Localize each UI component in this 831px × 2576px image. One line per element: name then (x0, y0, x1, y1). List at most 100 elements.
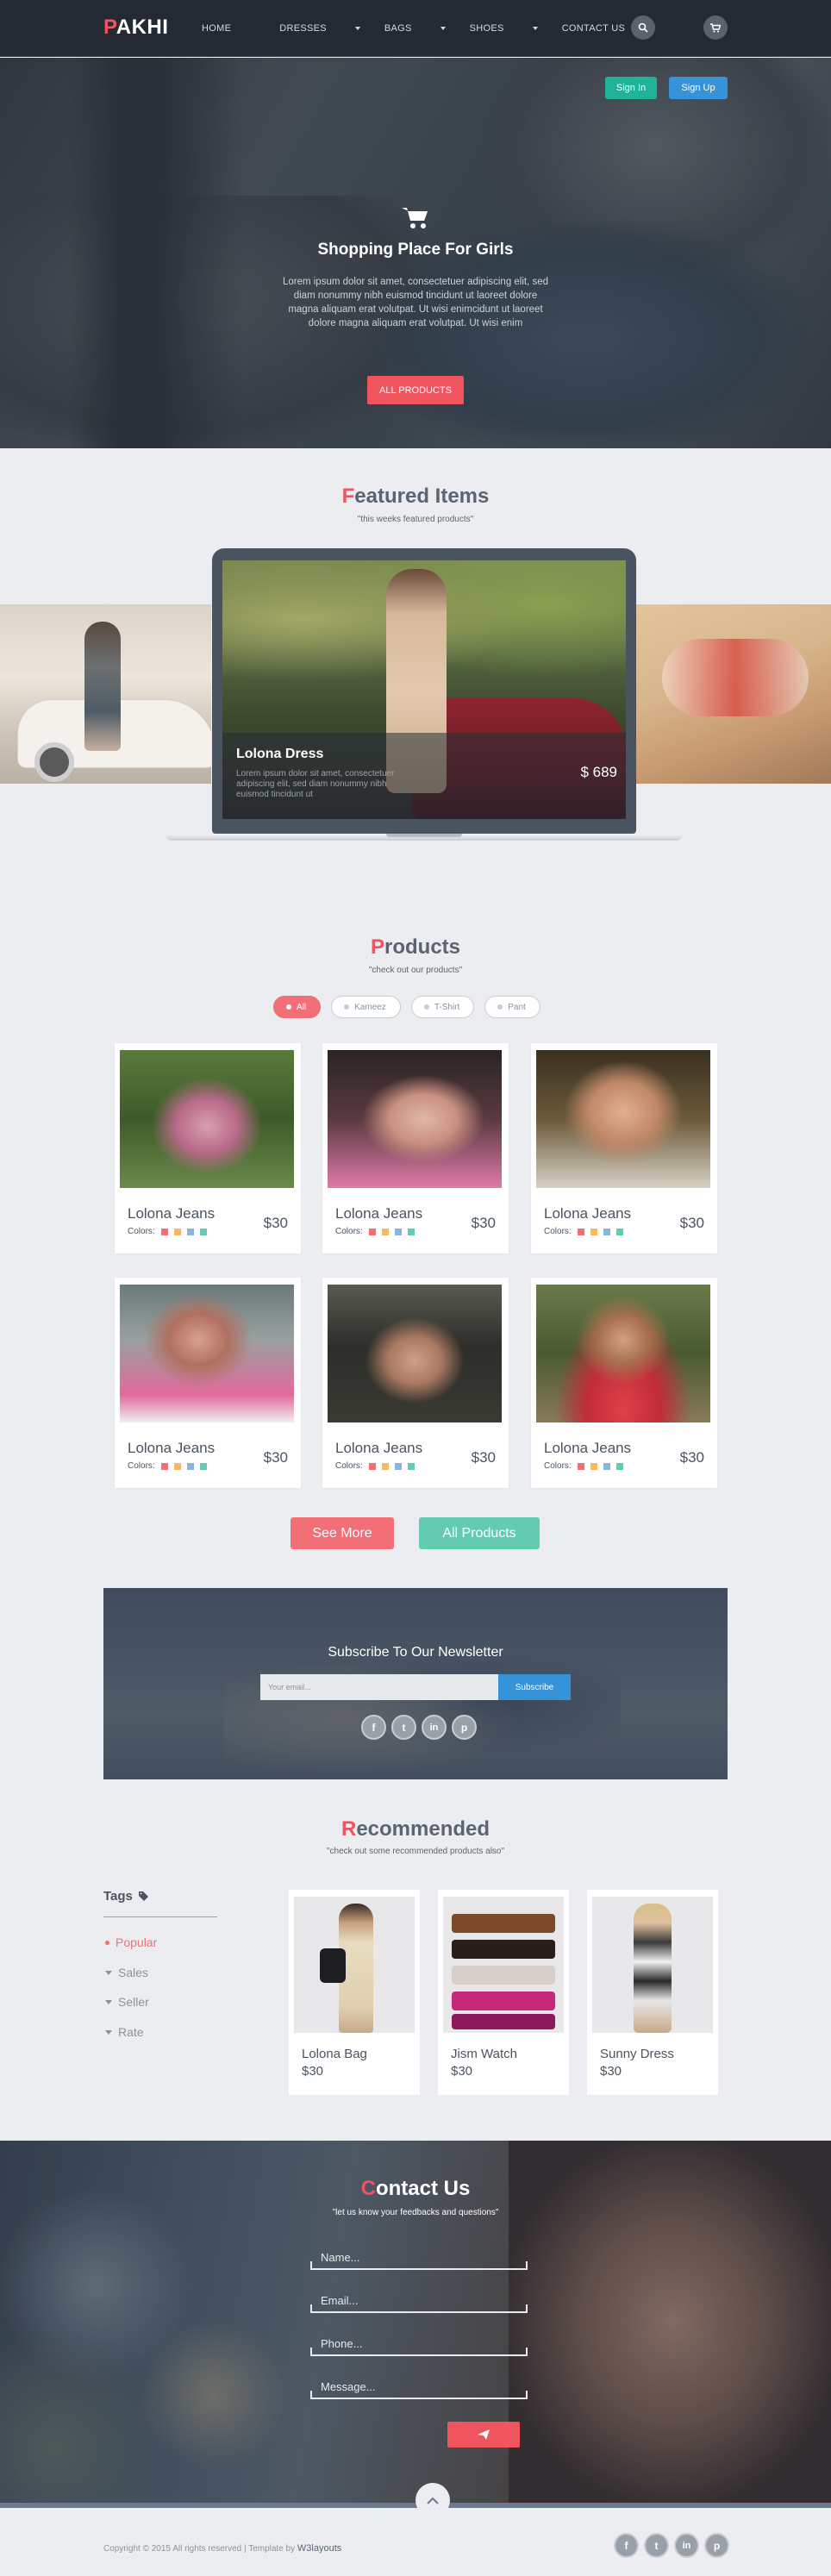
tag-sales[interactable]: Sales (105, 1966, 148, 1979)
sign-in-button[interactable]: Sign In (605, 77, 657, 99)
email-field[interactable]: Email... (310, 2294, 528, 2313)
color-swatch[interactable] (394, 1462, 402, 1470)
facebook-icon[interactable]: f (614, 2533, 639, 2558)
featured-side-image-left[interactable] (0, 604, 211, 784)
cart-button[interactable] (703, 16, 728, 40)
product-card[interactable]: Lolona Jeans Colors: $30 (531, 1043, 717, 1254)
color-swatch[interactable] (160, 1228, 168, 1235)
menu-bags[interactable]: BAGS (384, 23, 446, 34)
product-image[interactable] (294, 1897, 415, 2033)
color-swatch[interactable] (615, 1228, 623, 1235)
facebook-icon[interactable]: f (361, 1715, 386, 1740)
recommended-card[interactable]: Sunny Dress $30 (587, 1890, 718, 2095)
color-swatch[interactable] (173, 1462, 181, 1470)
color-swatch[interactable] (615, 1462, 623, 1470)
colors-label: Colors: (128, 1461, 155, 1471)
search-button[interactable] (631, 16, 655, 40)
recommended-card[interactable]: Lolona Bag $30 (289, 1890, 420, 2095)
menu-contact-label: CONTACT US (561, 23, 626, 34)
w3layouts-link[interactable]: W3layouts (297, 2543, 341, 2554)
twitter-icon[interactable]: t (644, 2533, 669, 2558)
slide-caption: Lolona Dress Lorem ipsum dolor sit amet,… (222, 733, 626, 819)
color-swatch[interactable] (407, 1462, 415, 1470)
footer-social: f t in p (614, 2533, 729, 2558)
scroll-to-top-button[interactable] (416, 2483, 450, 2517)
sign-up-button[interactable]: Sign Up (669, 77, 728, 99)
see-more-button[interactable]: See More (291, 1517, 394, 1549)
menu-shoes[interactable]: SHOES (470, 23, 538, 34)
color-swatch[interactable] (603, 1228, 610, 1235)
filter-kameez[interactable]: Kameez (331, 996, 401, 1018)
filter-label: All (297, 1002, 307, 1012)
color-swatch[interactable] (368, 1462, 376, 1470)
color-swatch[interactable] (160, 1462, 168, 1470)
product-name: Jism Watch (451, 2047, 517, 2061)
linkedin-icon[interactable]: in (674, 2533, 699, 2558)
newsletter-email-input[interactable]: Your email... (260, 1674, 498, 1700)
product-card[interactable]: Lolona Jeans Colors: $30 (115, 1278, 301, 1488)
phone-field[interactable]: Phone... (310, 2337, 528, 2356)
product-image[interactable] (443, 1897, 564, 2033)
color-swatch[interactable] (407, 1228, 415, 1235)
filter-all[interactable]: All (273, 996, 322, 1018)
product-image[interactable] (328, 1285, 502, 1422)
color-swatch[interactable] (381, 1228, 389, 1235)
product-card[interactable]: Lolona Jeans Colors: $30 (115, 1043, 301, 1254)
color-swatch[interactable] (381, 1462, 389, 1470)
footer: Copyright © 2015 All rights reserved | T… (0, 2503, 831, 2576)
color-swatch[interactable] (368, 1228, 376, 1235)
filter-tshirt[interactable]: T-Shirt (410, 996, 475, 1018)
twitter-icon[interactable]: t (391, 1715, 416, 1740)
product-card[interactable]: Lolona Jeans Colors: $30 (322, 1043, 509, 1254)
menu-dresses[interactable]: DRESSES (279, 23, 360, 34)
recommended-card[interactable]: Jism Watch $30 (438, 1890, 569, 2095)
product-price: $30 (600, 2064, 622, 2079)
all-products-button[interactable]: All Products (419, 1517, 540, 1549)
color-swatch[interactable] (577, 1462, 584, 1470)
product-image[interactable] (120, 1050, 294, 1188)
color-swatch[interactable] (603, 1462, 610, 1470)
product-card[interactable]: Lolona Jeans Colors: $30 (322, 1278, 509, 1488)
color-swatch[interactable] (394, 1228, 402, 1235)
filter-label: Pant (508, 1002, 526, 1012)
name-field[interactable]: Name... (310, 2251, 528, 2270)
product-name: Sunny Dress (600, 2047, 674, 2061)
color-swatch[interactable] (186, 1462, 194, 1470)
product-image[interactable] (592, 1897, 713, 2033)
laptop-frame: Lolona Dress Lorem ipsum dolor sit amet,… (212, 548, 636, 834)
color-swatch[interactable] (173, 1228, 181, 1235)
product-image[interactable] (536, 1285, 710, 1422)
product-price: $30 (679, 1215, 704, 1231)
pinterest-icon[interactable]: p (452, 1715, 477, 1740)
menu-home[interactable]: HOME (202, 23, 255, 34)
subscribe-button[interactable]: Subscribe (498, 1674, 571, 1700)
filter-pant[interactable]: Pant (484, 996, 540, 1018)
pinterest-icon[interactable]: p (704, 2533, 729, 2558)
contact-title-rest: ontact Us (375, 2177, 471, 2200)
all-products-button[interactable]: ALL PRODUCTS (367, 376, 464, 404)
product-image[interactable] (328, 1050, 502, 1188)
color-swatch[interactable] (186, 1228, 194, 1235)
message-field[interactable]: Message... (310, 2380, 528, 2399)
product-card[interactable]: Lolona Jeans Colors: $30 (531, 1278, 717, 1488)
tag-popular[interactable]: Popular (105, 1935, 157, 1949)
contact-title-first: C (360, 2177, 376, 2200)
color-swatch[interactable] (199, 1462, 207, 1470)
color-swatch[interactable] (199, 1228, 207, 1235)
color-swatch[interactable] (590, 1462, 597, 1470)
product-image[interactable] (120, 1285, 294, 1422)
linkedin-icon[interactable]: in (422, 1715, 447, 1740)
tag-rate[interactable]: Rate (105, 2025, 144, 2039)
featured-slide[interactable]: Lolona Dress Lorem ipsum dolor sit amet,… (222, 560, 626, 819)
menu-bags-label: BAGS (384, 23, 412, 34)
colors-label: Colors: (128, 1227, 155, 1236)
color-swatch[interactable] (590, 1228, 597, 1235)
main-menu: HOME DRESSES BAGS SHOES CONTACT US (202, 23, 673, 34)
featured-side-image-right[interactable] (636, 604, 831, 784)
product-image[interactable] (536, 1050, 710, 1188)
logo[interactable]: PAKHI (103, 16, 168, 40)
featured-title: Featured Items (0, 485, 831, 509)
tag-seller[interactable]: Seller (105, 1995, 149, 2009)
send-button[interactable] (447, 2422, 520, 2448)
color-swatch[interactable] (577, 1228, 584, 1235)
